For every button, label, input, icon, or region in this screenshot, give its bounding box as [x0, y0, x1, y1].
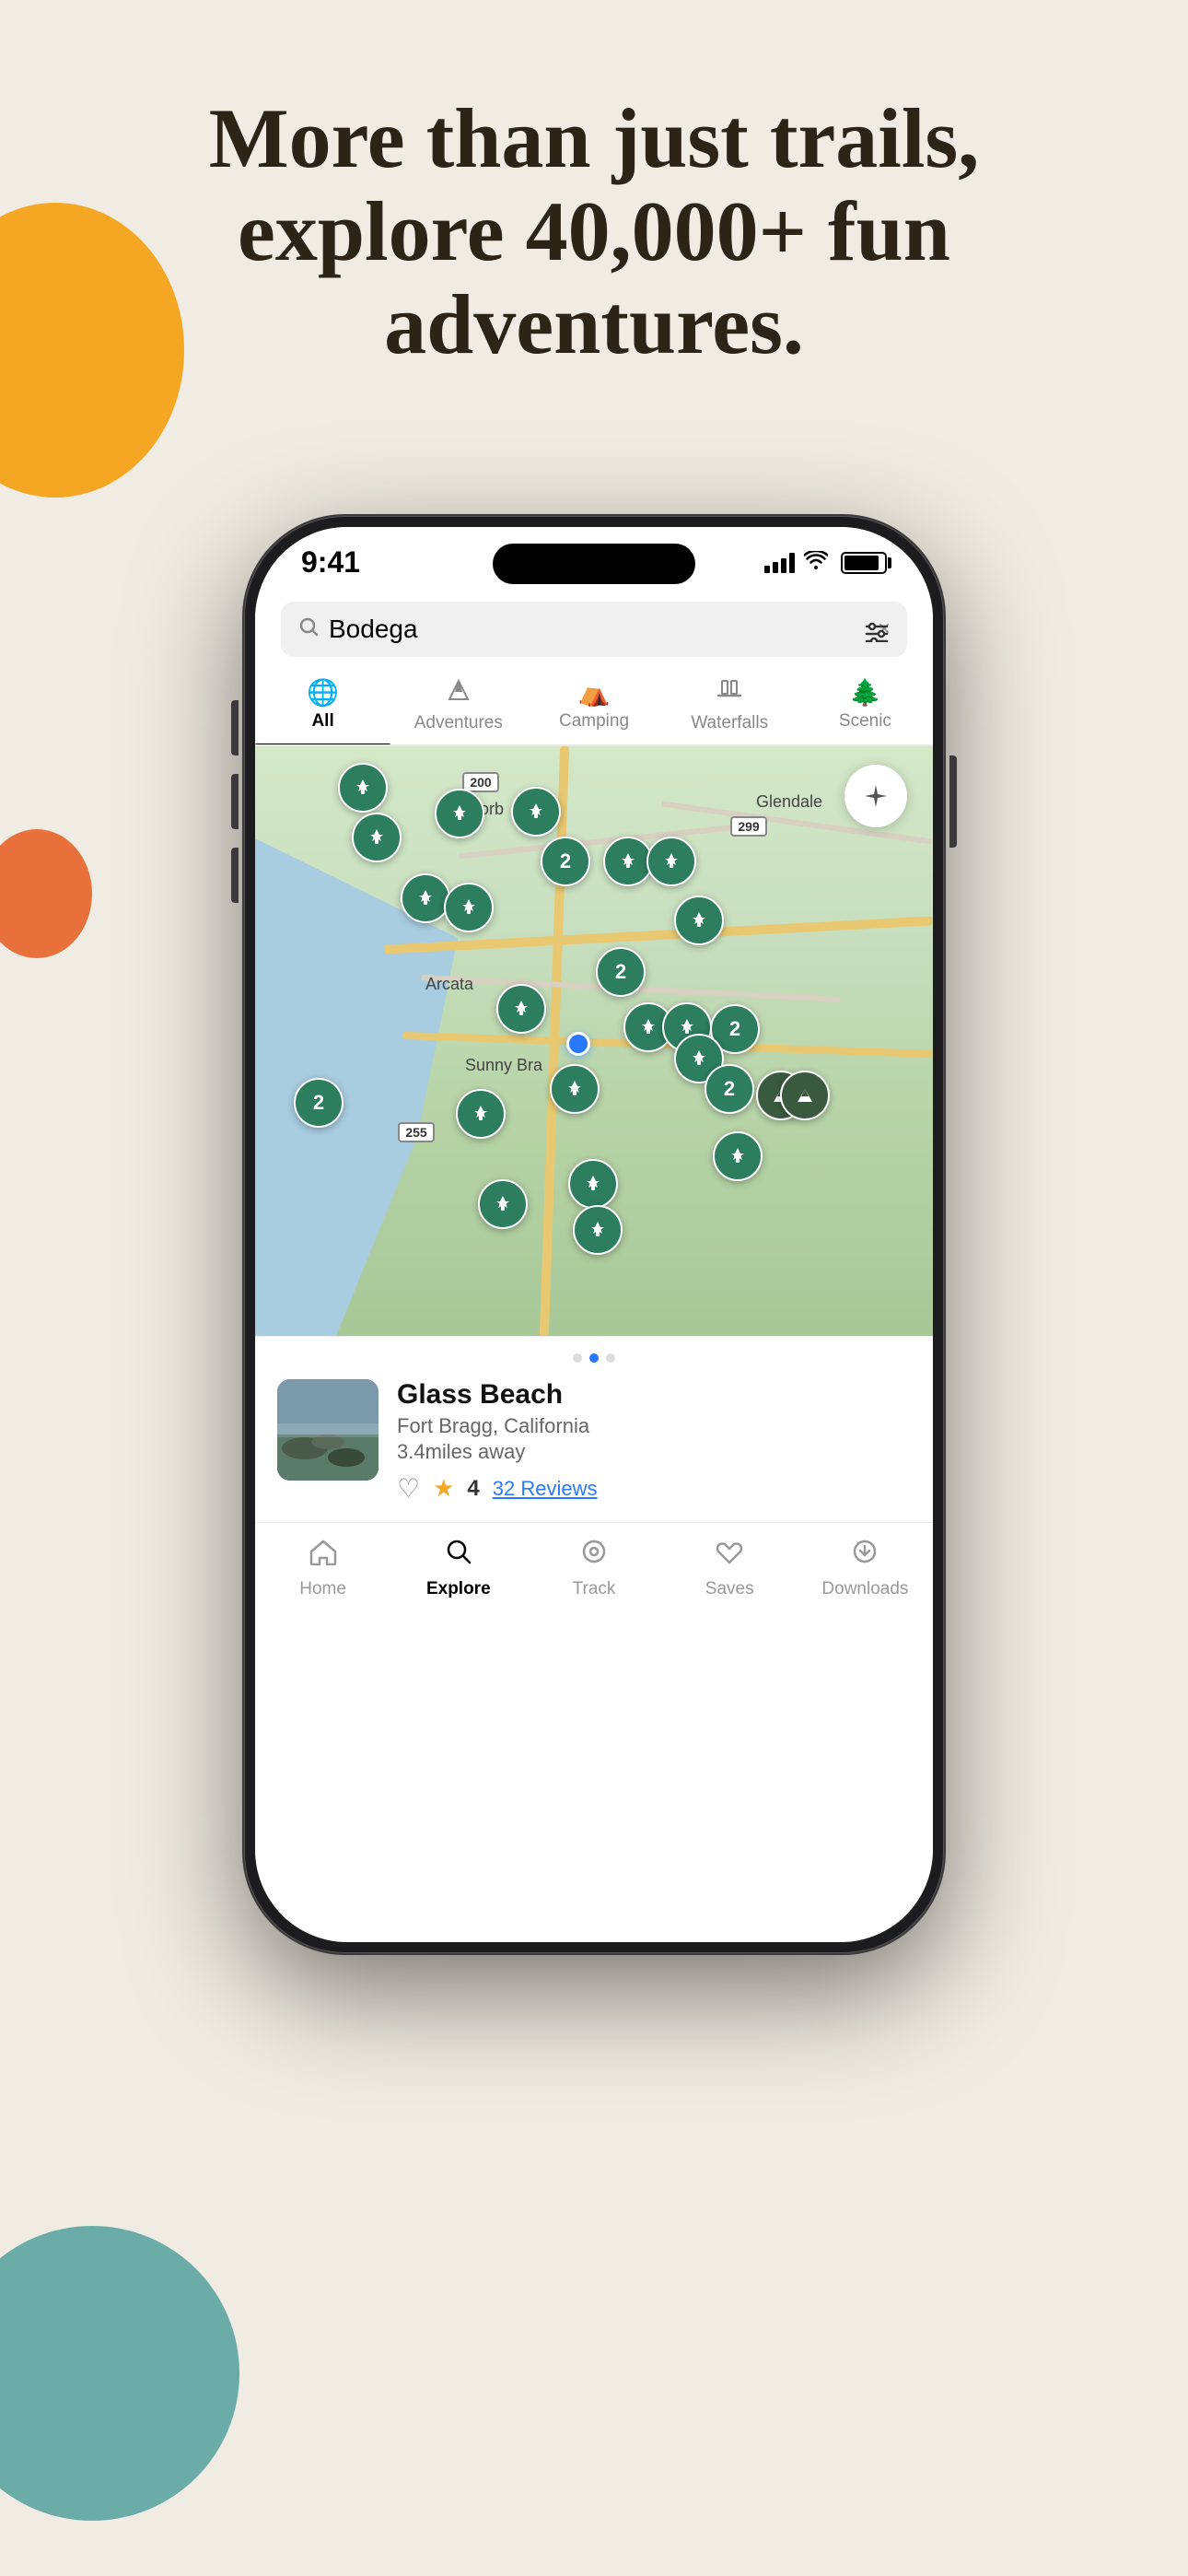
reviews-link[interactable]: 32 Reviews [493, 1477, 598, 1501]
nav-label-saves: Saves [705, 1579, 754, 1599]
tab-camping-label: Camping [559, 711, 629, 732]
nav-item-explore[interactable]: Explore [390, 1538, 526, 1599]
card-subtitle: Fort Bragg, California [397, 1414, 911, 1438]
wifi-icon [804, 551, 828, 575]
compass-button[interactable] [844, 765, 907, 827]
tab-all-label: All [311, 711, 333, 732]
map-pin-19[interactable] [573, 1205, 623, 1255]
card-distance: 3.4miles away [397, 1440, 911, 1464]
map-pin-14[interactable] [550, 1064, 600, 1114]
track-icon [580, 1538, 608, 1574]
dynamic-island [493, 544, 695, 584]
nav-label-track: Track [573, 1579, 616, 1599]
rating-number: 4 [467, 1476, 479, 1502]
highway-255: 255 [398, 1122, 435, 1142]
map-label-glendale: Glendale [756, 792, 822, 812]
bottom-navigation: Home Explore [255, 1522, 933, 1627]
card-dot-3 [606, 1353, 615, 1363]
map-pin-6[interactable] [646, 837, 696, 886]
map-pin-1[interactable] [338, 763, 388, 813]
nav-item-home[interactable]: Home [255, 1538, 390, 1599]
map-pin-cluster-5[interactable]: 2 [294, 1078, 344, 1128]
card-dot-2 [589, 1353, 599, 1363]
phone-frame: 9:41 [244, 516, 944, 1953]
card-content: Glass Beach Fort Bragg, California 3.4mi… [277, 1379, 911, 1504]
map-label-arcata: Arcata [425, 975, 473, 994]
map-pin-cluster-2[interactable]: 2 [596, 947, 646, 997]
map-pin-16[interactable] [713, 1131, 763, 1181]
tab-scenic-label: Scenic [839, 711, 891, 732]
phone-screen: 9:41 [255, 527, 933, 1942]
headline-text: More than just trails, explore 40,000+ f… [74, 92, 1114, 372]
tab-scenic-icon: 🌲 [849, 677, 881, 708]
nav-label-explore: Explore [426, 1579, 491, 1599]
tab-waterfalls[interactable]: Waterfalls [662, 670, 798, 744]
map-pin-2[interactable] [435, 789, 484, 838]
map-pin-15[interactable] [456, 1089, 506, 1139]
downloads-icon [851, 1538, 879, 1574]
tab-adventures-label: Adventures [414, 713, 503, 733]
map-pin-5[interactable] [603, 837, 653, 886]
bg-circle-teal [0, 2226, 239, 2521]
tab-all[interactable]: 🌐 All [255, 670, 390, 744]
tab-all-icon: 🌐 [307, 677, 339, 708]
card-info: Glass Beach Fort Bragg, California 3.4mi… [397, 1379, 911, 1504]
search-bar[interactable]: Bodega × [281, 602, 907, 657]
card-image[interactable] [277, 1379, 379, 1481]
map-view[interactable]: 200 299 255 Allia Arcata Korb Glendale S… [255, 746, 933, 1336]
tab-adventures-icon [446, 677, 472, 709]
user-location-dot [566, 1032, 590, 1056]
nav-item-downloads[interactable]: Downloads [798, 1538, 933, 1599]
map-label-sunnybra: Sunny Bra [465, 1056, 542, 1075]
tab-scenic[interactable]: 🌲 Scenic [798, 670, 933, 744]
bg-circle-orange-small [0, 829, 92, 958]
card-pagination-dots [277, 1353, 911, 1363]
map-pin-10[interactable] [496, 984, 546, 1034]
search-container: Bodega × [255, 587, 933, 666]
map-pin-9[interactable] [674, 896, 724, 945]
explore-icon [445, 1538, 472, 1574]
favorite-icon[interactable]: ♡ [397, 1473, 420, 1504]
map-pin-mountain-2[interactable] [780, 1071, 830, 1120]
phone-mockup: 9:41 [244, 516, 944, 1953]
battery-icon [841, 552, 887, 574]
search-input-value[interactable]: Bodega [329, 615, 868, 644]
card-rating: ♡ ★ 4 32 Reviews [397, 1473, 911, 1504]
tab-waterfalls-label: Waterfalls [691, 713, 768, 733]
card-title: Glass Beach [397, 1379, 911, 1411]
map-pin-cluster-4[interactable]: 2 [705, 1064, 754, 1114]
map-pin-8[interactable] [444, 883, 494, 932]
tab-camping[interactable]: ⛺ Camping [526, 670, 661, 744]
map-pin-4[interactable] [352, 813, 402, 862]
search-icon [297, 615, 320, 643]
map-pin-18[interactable] [478, 1179, 528, 1229]
nav-item-saves[interactable]: Saves [662, 1538, 798, 1599]
tab-camping-icon: ⛺ [578, 677, 611, 708]
status-icons [764, 551, 887, 575]
category-tabs: 🌐 All Adventures ⛺ Camping [255, 666, 933, 746]
map-pin-17[interactable] [568, 1159, 618, 1209]
location-card[interactable]: Glass Beach Fort Bragg, California 3.4mi… [255, 1336, 933, 1522]
map-pin-cluster-1[interactable]: 2 [541, 837, 590, 886]
card-dot-1 [573, 1353, 582, 1363]
saves-icon [716, 1538, 743, 1574]
nav-label-home: Home [299, 1579, 346, 1599]
signal-icon [764, 553, 795, 573]
tab-adventures[interactable]: Adventures [390, 670, 526, 744]
headline-section: More than just trails, explore 40,000+ f… [0, 92, 1188, 372]
map-pin-7[interactable] [401, 873, 450, 923]
tab-waterfalls-icon [716, 677, 742, 709]
status-time: 9:41 [301, 545, 360, 580]
star-icon: ★ [433, 1474, 454, 1503]
nav-item-track[interactable]: Track [526, 1538, 661, 1599]
home-icon [309, 1538, 337, 1574]
highway-299: 299 [730, 816, 767, 837]
nav-label-downloads: Downloads [821, 1579, 908, 1599]
map-pin-3[interactable] [511, 787, 561, 837]
